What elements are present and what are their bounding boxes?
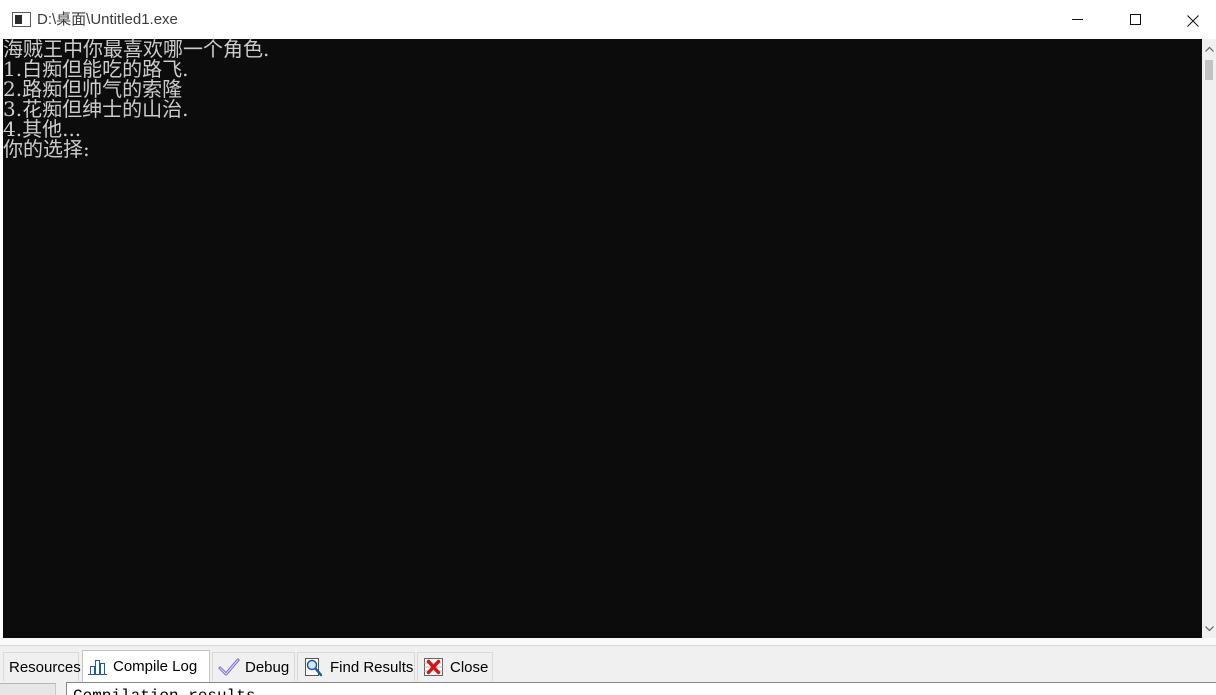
compile-log-panel[interactable]: Compilation results — [66, 682, 1216, 695]
console-window[interactable]: D:\桌面\Untitled1.exe 海贼王中你最喜欢哪一个角色. 1.白痴但… — [0, 0, 1216, 638]
console-output[interactable]: 海贼王中你最喜欢哪一个角色. 1.白痴但能吃的路飞. 2.路痴但帅气的索隆 3.… — [3, 39, 1202, 638]
console-app-icon — [12, 12, 32, 28]
log-gutter — [0, 683, 56, 695]
scroll-up-button[interactable] — [1202, 40, 1216, 57]
console-line-option-1: 1.白痴但能吃的路飞. — [3, 57, 189, 81]
tab-compile-log[interactable]: Compile Log — [82, 650, 210, 682]
vertical-scrollbar[interactable] — [1202, 39, 1216, 638]
tab-label: Debug — [245, 658, 290, 676]
tab-label: Resources — [9, 658, 81, 676]
scroll-thumb[interactable] — [1205, 60, 1213, 80]
bottom-panel-tabs: Resources Compile Log Debug Find Results — [0, 646, 1216, 683]
minimize-icon — [1071, 19, 1083, 20]
tab-resources[interactable]: Resources — [3, 652, 81, 681]
compile-log-text: Compilation results — [73, 687, 255, 695]
scroll-down-button[interactable] — [1202, 620, 1216, 637]
tab-find-results[interactable]: Find Results — [297, 652, 415, 681]
chevron-up-icon — [1204, 46, 1214, 52]
tab-close[interactable]: Close — [417, 652, 493, 681]
console-line-input-prompt: 你的选择: — [3, 137, 90, 161]
maximize-icon — [1129, 14, 1141, 25]
console-line-prompt: 海贼王中你最喜欢哪一个角色. — [3, 39, 270, 61]
editor-background — [0, 638, 1216, 646]
maximize-button[interactable] — [1112, 0, 1158, 39]
tab-label: Close — [450, 658, 489, 676]
close-icon — [1187, 14, 1199, 27]
minimize-button[interactable] — [1054, 0, 1100, 39]
window-title: D:\桌面\Untitled1.exe — [37, 11, 178, 28]
tab-debug[interactable]: Debug — [212, 652, 295, 681]
console-line-option-4: 4.其他... — [3, 117, 82, 141]
chevron-down-icon — [1204, 625, 1214, 631]
title-bar[interactable]: D:\桌面\Untitled1.exe — [0, 0, 1216, 39]
console-line-option-3: 3.花痴但绅士的山治. — [3, 97, 189, 121]
console-line-option-2: 2.路痴但帅气的索隆 — [3, 77, 183, 101]
close-button[interactable] — [1170, 0, 1216, 39]
checkmark-icon — [218, 658, 240, 676]
close-panel-icon — [424, 658, 443, 676]
tab-label: Find Results — [330, 658, 414, 676]
find-in-document-icon — [305, 658, 323, 677]
tab-label: Compile Log — [113, 658, 198, 675]
bar-chart-icon — [88, 659, 107, 675]
